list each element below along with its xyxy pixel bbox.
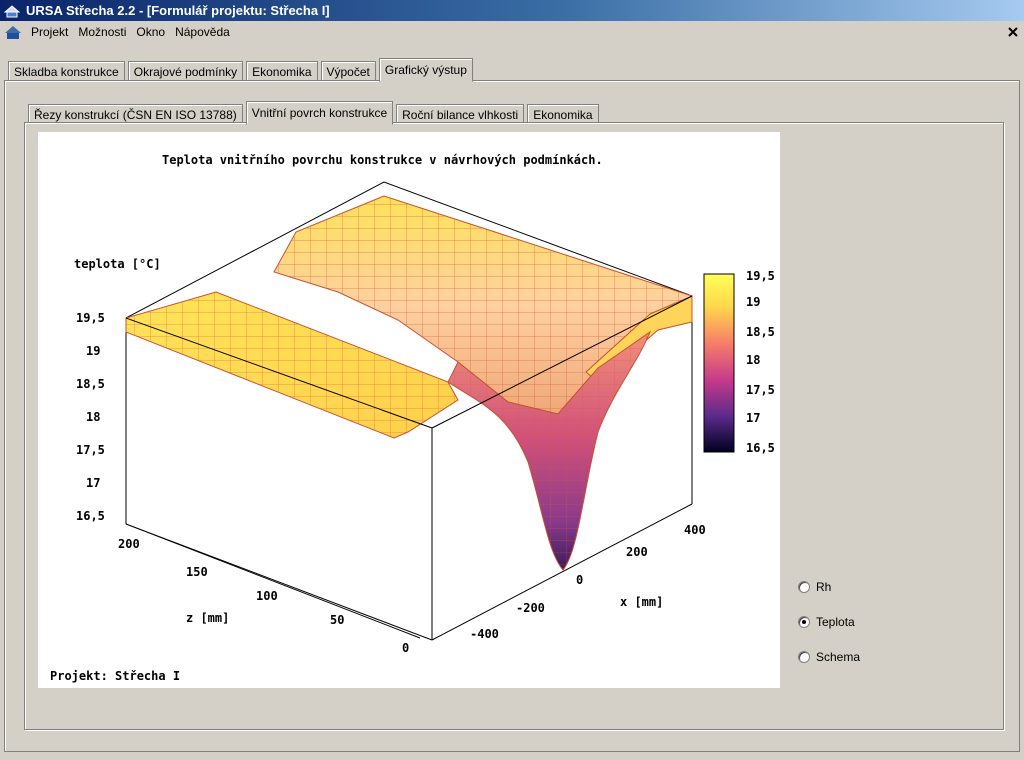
- z-depth-tick: 0: [402, 641, 409, 655]
- menu-moznosti[interactable]: Možnosti: [73, 25, 131, 39]
- z-tick: 17,5: [76, 443, 105, 457]
- z-tick: 18: [86, 410, 100, 424]
- radio-teplota[interactable]: Teplota: [798, 613, 860, 631]
- depth-axis: 200 150 100 50 0 z [mm]: [118, 523, 421, 655]
- colorbar-tick: 19,5: [746, 269, 775, 283]
- z-tick: 16,5: [76, 509, 105, 523]
- colorbar-tick: 17,5: [746, 383, 775, 397]
- colorbar-tick: 17: [746, 411, 760, 425]
- x-axis-label: x [mm]: [620, 595, 663, 609]
- radio-schema-label: Schema: [816, 650, 861, 664]
- subtab-rocni-bilance[interactable]: Roční bilance vlhkosti: [396, 104, 525, 124]
- z-tick: 19: [86, 344, 100, 358]
- z-depth-tick: 50: [330, 613, 344, 627]
- radio-teplota-button[interactable]: [798, 616, 810, 628]
- menu-okno[interactable]: Okno: [131, 25, 170, 39]
- mdi-close-button[interactable]: [1002, 21, 1024, 43]
- z-depth-label: z [mm]: [186, 611, 229, 625]
- sub-tab-row: Řezy konstrukcí (ČSN EN ISO 13788) Vnitř…: [28, 101, 602, 125]
- document-roof-icon[interactable]: [4, 24, 22, 40]
- radio-rh[interactable]: Rh: [798, 578, 860, 596]
- radio-teplota-label: Teplota: [816, 615, 855, 629]
- radio-schema-button[interactable]: [798, 651, 810, 663]
- app-roof-icon: [4, 4, 20, 17]
- surface-plot: Teplota vnitřního povrchu konstrukce v n…: [38, 132, 780, 688]
- x-tick: -200: [516, 601, 545, 615]
- x-axis: 400 200 0 -200 -400 x [mm]: [470, 523, 706, 641]
- subtab-vnitrni-povrch[interactable]: Vnitřní povrch konstrukce: [245, 101, 394, 125]
- window-titlebar[interactable]: URSA Střecha 2.2 - [Formulář projektu: S…: [0, 0, 1024, 21]
- colorbar-tick: 16,5: [746, 441, 775, 455]
- colorbar-tick: 18,5: [746, 325, 775, 339]
- radio-schema[interactable]: Schema: [798, 648, 860, 666]
- x-tick: 400: [684, 523, 706, 537]
- z-tick: 18,5: [76, 377, 105, 391]
- tab-graficky-vystup[interactable]: Grafický výstup: [378, 58, 473, 82]
- x-tick: -400: [470, 627, 499, 641]
- x-tick: 0: [576, 573, 583, 587]
- radio-rh-label: Rh: [816, 580, 832, 594]
- colorbar-tick: 18: [746, 353, 760, 367]
- z-tick: 17: [86, 476, 100, 490]
- subtab-rezy-konstrukci[interactable]: Řezy konstrukcí (ČSN EN ISO 13788): [28, 104, 243, 124]
- z-depth-tick: 100: [256, 589, 278, 603]
- z-tick: 19,5: [76, 311, 105, 325]
- close-icon: [1008, 27, 1018, 37]
- surface-plot-svg: Teplota vnitřního povrchu konstrukce v n…: [50, 153, 775, 683]
- tab-okrajove-podminky[interactable]: Okrajové podmínky: [127, 61, 244, 81]
- colorbar: 19,5 19 18,5 18 17,5 17 16,5: [703, 269, 775, 455]
- colorbar-tick: 19: [746, 295, 760, 309]
- main-tab-row: Skladba konstrukce Okrajové podmínky Eko…: [8, 58, 476, 82]
- z-depth-tick: 150: [186, 565, 208, 579]
- radio-rh-button[interactable]: [798, 581, 810, 593]
- tab-ekonomika[interactable]: Ekonomika: [246, 61, 318, 81]
- x-tick: 200: [626, 545, 648, 559]
- z-axis: 19,5 19 18,5 18 17,5 17 16,5: [76, 311, 127, 524]
- tab-skladba-konstrukce[interactable]: Skladba konstrukce: [8, 61, 125, 81]
- z-axis-label: teplota [°C]: [74, 257, 161, 271]
- menu-napoveda[interactable]: Nápověda: [170, 25, 235, 39]
- plot-title: Teplota vnitřního povrchu konstrukce v n…: [162, 153, 603, 167]
- z-depth-tick: 200: [118, 537, 140, 551]
- window-title: URSA Střecha 2.2 - [Formulář projektu: S…: [26, 3, 330, 18]
- tab-vypocet[interactable]: Výpočet: [320, 61, 376, 81]
- menu-bar: Projekt Možnosti Okno Nápověda: [0, 21, 1024, 43]
- project-footer: Projekt: Střecha I: [50, 669, 180, 683]
- view-radio-group: Rh Teplota Schema: [798, 578, 860, 683]
- subtab-ekonomika[interactable]: Ekonomika: [527, 104, 599, 124]
- menu-projekt[interactable]: Projekt: [26, 25, 73, 39]
